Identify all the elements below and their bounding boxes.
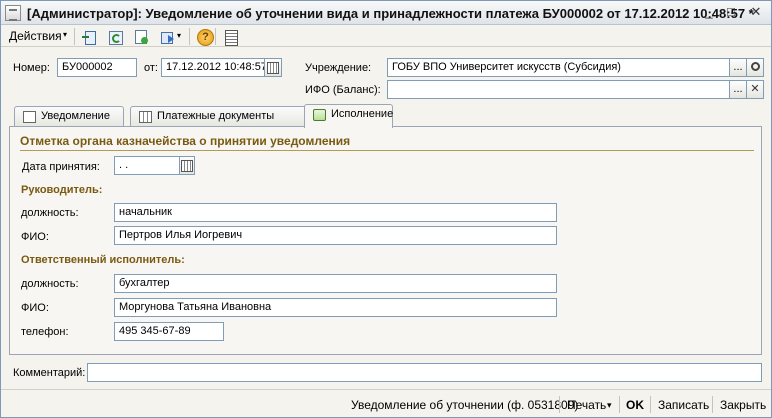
toolbar: Действия ▾ ▾ <box>1 26 771 47</box>
actions-dropdown-icon[interactable]: ▾ <box>63 30 67 39</box>
copy-document-icon[interactable] <box>132 28 150 45</box>
head-name-field[interactable]: Пертров Илья Иогревич <box>114 226 557 245</box>
institution-select-button[interactable]: ... <box>729 58 747 77</box>
phone-label: телефон: <box>21 326 69 338</box>
responsible-position-field[interactable]: бухгалтер <box>114 274 557 293</box>
ifo-select-button[interactable]: ... <box>729 80 747 99</box>
calendar-icon <box>181 160 193 172</box>
tab-payment-documents[interactable]: Платежные документы <box>130 106 308 127</box>
responsible-name-field[interactable]: Моргунова Татьяна Ивановна <box>114 298 557 317</box>
ok-button[interactable]: OK <box>626 398 644 412</box>
tab-label: Платежные документы <box>157 110 275 122</box>
execution-panel: Отметка органа казначейства о принятии у… <box>9 126 762 355</box>
institution-search-button[interactable] <box>746 58 764 77</box>
document-window: [Администратор]: Уведомление об уточнени… <box>0 0 772 418</box>
command-separator <box>619 396 620 413</box>
section-divider <box>20 150 754 151</box>
tab-label: Уведомление <box>41 110 110 122</box>
help-icon[interactable] <box>195 28 214 46</box>
maximize-button[interactable]: □ <box>721 4 741 22</box>
number-label: Номер: <box>13 62 50 74</box>
date-label: от: <box>144 62 158 74</box>
structure-icon[interactable] <box>221 28 239 46</box>
phone-field[interactable]: 495 345-67-89 <box>114 322 224 341</box>
document-icon <box>23 111 36 123</box>
ifo-label: ИФО (Баланс): <box>305 84 381 96</box>
refresh-icon[interactable] <box>106 28 124 45</box>
bottom-command-bar: Уведомление об уточнении (ф. 0531809) Пе… <box>1 389 771 417</box>
minimize-button[interactable]: _ <box>699 4 719 22</box>
responsible-section-title: Ответственный исполнитель: <box>21 254 185 266</box>
ifo-clear-button[interactable]: ✕ <box>746 80 764 99</box>
head-position-field[interactable]: начальник <box>114 203 557 222</box>
post-document-icon[interactable] <box>80 28 98 45</box>
number-field[interactable]: БУ000002 <box>57 58 137 77</box>
calendar-icon <box>267 62 279 74</box>
tab-execution[interactable]: Исполнение <box>304 104 393 128</box>
comment-label: Комментарий: <box>13 367 86 379</box>
head-section-title: Руководитель: <box>21 184 103 196</box>
app-icon <box>5 5 21 21</box>
toolbar-separator <box>74 28 75 45</box>
tab-notification[interactable]: Уведомление <box>14 106 124 127</box>
form-print-link[interactable]: Уведомление об уточнении (ф. 0531809) <box>351 398 578 412</box>
title-bar[interactable]: [Администратор]: Уведомление об уточнени… <box>1 1 771 25</box>
print-dropdown-icon[interactable]: ▾ <box>607 400 612 411</box>
toolbar-separator <box>189 28 190 45</box>
go-to-dropdown-icon[interactable]: ▾ <box>177 31 181 40</box>
command-separator <box>712 396 713 413</box>
accept-date-calendar-button[interactable] <box>179 156 195 175</box>
close-button[interactable]: Закрыть <box>720 398 766 412</box>
print-menu-button[interactable]: Печать <box>567 398 606 412</box>
table-icon <box>139 111 152 123</box>
tab-label: Исполнение <box>331 108 394 120</box>
institution-field[interactable]: ГОБУ ВПО Университет искусств (Субсидия) <box>387 58 730 77</box>
execution-icon <box>313 109 326 121</box>
toolbar-separator <box>215 28 216 45</box>
head-position-label: должность: <box>21 207 79 219</box>
command-separator <box>650 396 651 413</box>
head-name-label: ФИО: <box>21 231 49 243</box>
institution-label: Учреждение: <box>305 62 372 74</box>
save-button[interactable]: Записать <box>658 398 709 412</box>
accept-date-label: Дата принятия: <box>22 161 100 173</box>
date-field[interactable]: 17.12.2012 10:48:57 <box>161 58 265 77</box>
search-icon <box>750 62 760 71</box>
treasury-mark-section-title: Отметка органа казначейства о принятии у… <box>20 134 351 148</box>
responsible-position-label: должность: <box>21 278 79 290</box>
ifo-field[interactable] <box>387 80 730 99</box>
command-separator <box>559 396 560 413</box>
comment-field[interactable] <box>87 363 762 382</box>
responsible-name-label: ФИО: <box>21 302 49 314</box>
actions-menu-button[interactable]: Действия <box>9 29 62 43</box>
date-calendar-button[interactable] <box>264 58 282 77</box>
go-to-icon[interactable] <box>158 28 176 45</box>
accept-date-field[interactable]: . . <box>114 156 180 175</box>
close-window-button[interactable]: ✕ <box>746 4 766 22</box>
window-title: [Администратор]: Уведомление об уточнени… <box>27 6 754 21</box>
